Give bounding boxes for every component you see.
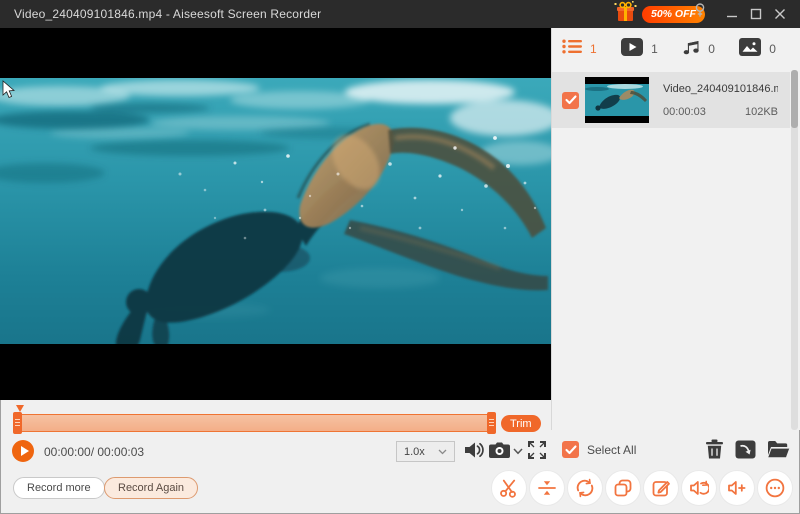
app-window: Video_240409101846.mp4 - Aiseesoft Scree… (0, 0, 800, 514)
export-button[interactable] (735, 440, 756, 459)
chevron-down-icon (513, 448, 523, 455)
play-icon (21, 446, 29, 456)
item-info: Video_240409101846.mp4 00:00:03 102KB (663, 83, 778, 118)
edit-pencil-icon (651, 478, 671, 498)
file-operations (705, 439, 790, 459)
tab-count: 1 (651, 42, 658, 56)
playhead-marker[interactable] (16, 405, 24, 412)
mouse-cursor-icon (2, 80, 15, 104)
window-controls (720, 0, 792, 28)
volume-button[interactable] (463, 440, 485, 460)
record-again-button[interactable]: Record Again (104, 477, 198, 499)
tab-videos[interactable]: 1 (621, 38, 658, 61)
snapshot-options-button[interactable] (513, 448, 523, 455)
playback-speed-select[interactable]: 1.0x (396, 441, 455, 462)
copy-icon (613, 478, 633, 498)
camera-icon (488, 441, 511, 459)
close-button[interactable] (768, 0, 792, 28)
speaker-plus-icon (727, 478, 747, 498)
snapshot-button[interactable] (488, 441, 511, 459)
trim-handle-left[interactable] (13, 412, 22, 434)
seek-bar[interactable] (14, 414, 496, 432)
select-all-checkbox[interactable] (562, 441, 579, 458)
playback-time: 00:00:00/ 00:00:03 (44, 445, 144, 459)
list-scrollbar[interactable] (791, 70, 798, 430)
title-bar: Video_240409101846.mp4 - Aiseesoft Scree… (0, 0, 800, 28)
tab-count: 0 (769, 42, 776, 56)
open-folder-button[interactable] (767, 440, 790, 458)
folder-icon (767, 440, 790, 458)
chevron-down-icon (438, 449, 447, 455)
tab-images[interactable]: 0 (739, 38, 776, 61)
more-dots-icon (765, 478, 785, 498)
recording-list-panel: 1 1 (551, 28, 800, 430)
more-tools-button[interactable] (757, 470, 793, 506)
fullscreen-icon (528, 441, 546, 459)
trim-button[interactable]: Trim (501, 415, 541, 432)
compress-icon (537, 478, 557, 498)
underwater-video-frame (0, 78, 551, 344)
scrollbar-thumb[interactable] (791, 70, 798, 128)
record-more-button[interactable]: Record more (13, 477, 105, 499)
select-all-row: Select All (562, 441, 636, 458)
maximize-button[interactable] (744, 0, 768, 28)
volume-booster-button[interactable] (719, 470, 755, 506)
volume-icon (463, 440, 485, 460)
trim-handle-right[interactable] (487, 412, 496, 434)
select-all-label: Select All (587, 443, 636, 457)
play-button[interactable] (12, 440, 34, 462)
tab-count: 0 (708, 42, 715, 56)
delete-button[interactable] (705, 439, 724, 459)
cut-video-button[interactable] (491, 470, 527, 506)
item-duration: 00:00:03 (663, 106, 706, 118)
item-filename: Video_240409101846.mp4 (663, 83, 778, 95)
speaker-refresh-icon (689, 478, 709, 498)
trash-icon (705, 439, 724, 459)
media-tabs: 1 1 (562, 35, 776, 63)
promo-offer[interactable]: 50% OFF (614, 0, 705, 28)
lightbulb-icon[interactable] (694, 3, 706, 25)
image-icon (739, 38, 761, 61)
audio-convert-button[interactable] (681, 470, 717, 506)
fullscreen-button[interactable] (528, 441, 546, 459)
music-note-icon (682, 38, 700, 61)
window-title: Video_240409101846.mp4 - Aiseesoft Scree… (14, 7, 321, 21)
rotate-arrows-icon (575, 478, 595, 498)
merge-video-button[interactable] (605, 470, 641, 506)
item-checkbox[interactable] (562, 92, 579, 109)
export-icon (735, 440, 756, 459)
tab-audio[interactable]: 0 (682, 38, 715, 61)
speed-value: 1.0x (404, 446, 425, 458)
video-preview-area[interactable] (0, 28, 551, 400)
video-icon (621, 38, 643, 61)
edit-metadata-button[interactable] (643, 470, 679, 506)
gift-icon (614, 1, 637, 28)
edit-tools-row (491, 470, 793, 506)
compress-video-button[interactable] (529, 470, 565, 506)
video-thumbnail[interactable] (585, 77, 649, 123)
item-filesize: 102KB (745, 106, 778, 118)
list-icon (562, 39, 582, 59)
convert-video-button[interactable] (567, 470, 603, 506)
minimize-button[interactable] (720, 0, 744, 28)
scissors-icon (499, 478, 519, 498)
tab-count: 1 (590, 42, 597, 56)
tab-all-recordings[interactable]: 1 (562, 39, 597, 59)
recording-list-item[interactable]: Video_240409101846.mp4 00:00:03 102KB (552, 72, 790, 128)
